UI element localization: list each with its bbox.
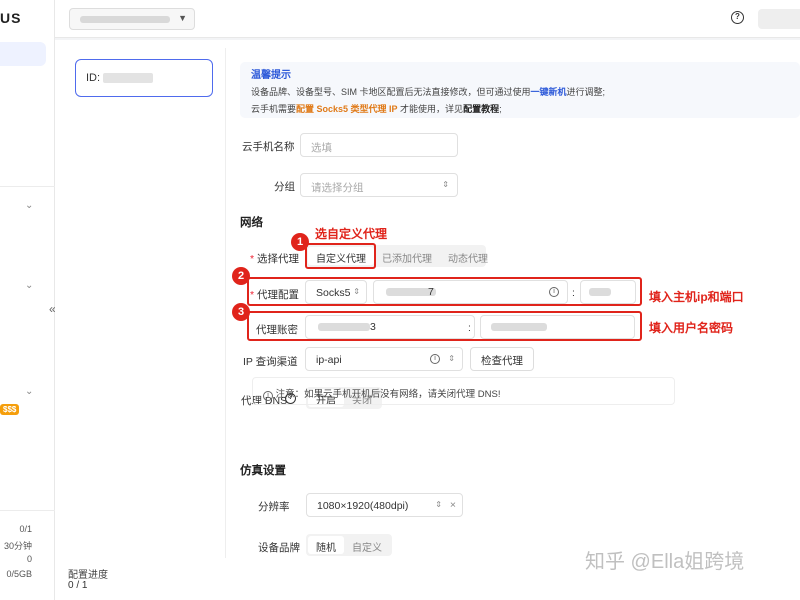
- premium-badge: $$$: [0, 404, 20, 415]
- config-tutorial-link[interactable]: 配置教程: [463, 104, 499, 114]
- notice-line-2: 云手机需要配置 Socks5 类型代理 IP 才能使用，详见配置教程;: [251, 104, 502, 114]
- info-icon: i: [430, 354, 440, 364]
- top-bar: ▼ ?: [55, 0, 800, 38]
- annotation-box-1: [305, 243, 376, 269]
- chevron-down-icon[interactable]: ⌄: [25, 200, 33, 211]
- stat-count: 0: [26, 554, 32, 564]
- chevron-updown-icon: ⇕: [448, 354, 455, 363]
- chevron-down-icon[interactable]: ⌄: [25, 280, 33, 291]
- stat-duration: 30分钟: [3, 541, 32, 551]
- ip-channel-select[interactable]: ip-api i ⇕: [305, 347, 463, 371]
- device-id-label: ID:: [86, 72, 101, 84]
- one-click-new-link[interactable]: 一键新机: [531, 87, 567, 97]
- tab-dynamic-proxy[interactable]: 动态代理: [440, 247, 496, 265]
- check-proxy-button[interactable]: 检查代理: [470, 347, 534, 371]
- ip-channel-label: IP 查询渠道: [243, 356, 298, 368]
- app-logo: US: [0, 10, 22, 26]
- sidebar-item-active[interactable]: [0, 42, 46, 66]
- workspace-select[interactable]: ▼: [69, 8, 195, 30]
- stat-traffic: 0/5GB: [6, 569, 32, 579]
- chevron-updown-icon: ⇕: [435, 500, 442, 509]
- tab-added-proxy[interactable]: 已添加代理: [374, 247, 440, 265]
- chevron-updown-icon: ⇕: [442, 180, 449, 189]
- sidebar-divider: [0, 186, 55, 187]
- group-select[interactable]: 请选择分组 ⇕: [300, 173, 458, 197]
- name-label: 云手机名称: [242, 141, 295, 153]
- section-simulation: 仿真设置: [240, 465, 286, 477]
- device-card[interactable]: ID:: [75, 59, 213, 97]
- name-input[interactable]: 选填: [300, 133, 458, 157]
- resolution-select[interactable]: 1080×1920(480dpi) ⇕ ×: [306, 493, 463, 517]
- annotation-text-3: 填入用户名密码: [649, 321, 734, 335]
- clear-icon[interactable]: ×: [450, 499, 456, 511]
- panel-divider: [225, 48, 226, 558]
- annotation-step-1: 1: [291, 233, 309, 251]
- notice-line-1: 设备品牌、设备型号、SIM 卡地区配置后无法直接修改，但可通过使用一键新机进行调…: [251, 87, 606, 97]
- info-icon: i: [263, 391, 273, 401]
- annotation-box-2: [247, 277, 642, 306]
- user-menu[interactable]: [758, 9, 800, 29]
- brand-label: 设备品牌: [258, 542, 300, 554]
- dns-tip: i 注意：如果云手机开机后没有网络，请关闭代理 DNS!: [252, 377, 675, 405]
- annotation-text-2: 填入主机ip和端口: [649, 290, 744, 304]
- annotation-text-1: 选自定义代理: [315, 227, 388, 241]
- sidebar-divider: [0, 510, 55, 511]
- redacted-text: [103, 73, 153, 83]
- chevron-down-icon[interactable]: ⌄: [25, 386, 33, 397]
- group-label: 分组: [274, 181, 295, 193]
- brand-toggle: 随机 自定义: [306, 534, 392, 556]
- progress-value: 0 / 1: [68, 580, 88, 591]
- proxy-select-label: * 选择代理: [250, 253, 300, 265]
- annotation-box-3: [247, 311, 642, 341]
- sidebar: US ⌄ ⌄ ⌄ $$$ 0/1 30分钟 0 0/5GB: [0, 0, 55, 600]
- brand-random-option[interactable]: 随机: [308, 536, 344, 554]
- stat-instances: 0/1: [19, 524, 32, 534]
- chevron-down-icon: ▼: [178, 13, 187, 23]
- resolution-label: 分辨率: [258, 501, 290, 513]
- annotation-step-3: 3: [232, 303, 250, 321]
- notice-title: 温馨提示: [251, 70, 291, 81]
- watermark: 知乎 @Ella姐跨境: [585, 551, 745, 573]
- progress-label: 配置进度: [68, 570, 108, 581]
- notice-box: 温馨提示 设备品牌、设备型号、SIM 卡地区配置后无法直接修改，但可通过使用一键…: [240, 62, 800, 118]
- help-icon[interactable]: ?: [731, 11, 744, 24]
- section-network: 网络: [240, 217, 263, 229]
- annotation-step-2: 2: [232, 267, 250, 285]
- brand-custom-option[interactable]: 自定义: [344, 536, 390, 554]
- redacted-text: [80, 16, 170, 23]
